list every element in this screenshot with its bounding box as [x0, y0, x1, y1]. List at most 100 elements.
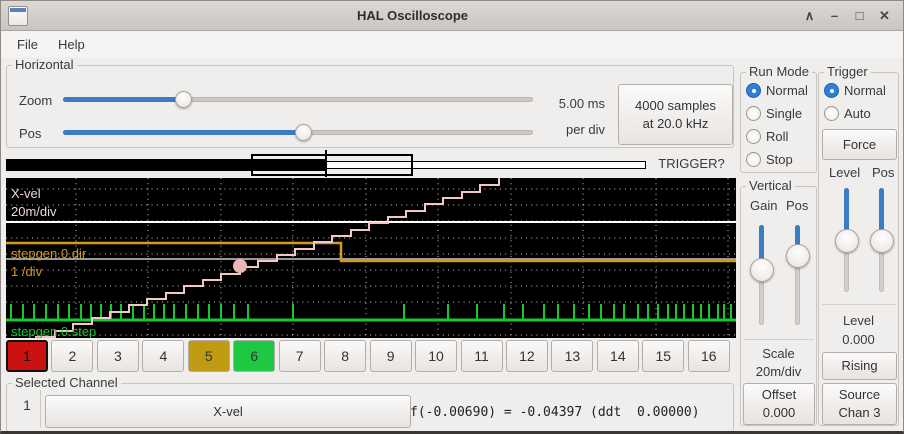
- offset-button[interactable]: Offset 0.000: [743, 383, 815, 425]
- minimize-button[interactable]: –: [822, 4, 847, 28]
- radio-label: Normal: [766, 83, 808, 98]
- radio-roll[interactable]: Roll: [741, 125, 816, 148]
- maximize-button[interactable]: □: [847, 4, 872, 28]
- channel-button-9[interactable]: 9: [370, 340, 412, 372]
- vertical-pos-slider[interactable]: [786, 225, 810, 325]
- channel-button-14[interactable]: 14: [597, 340, 639, 372]
- radio-label: Normal: [844, 83, 886, 98]
- channel-button-7[interactable]: 7: [279, 340, 321, 372]
- timebase-caption: per div: [500, 117, 605, 143]
- separator: [822, 304, 896, 305]
- radio-icon[interactable]: [746, 129, 761, 144]
- channel-button-5[interactable]: 5: [188, 340, 230, 372]
- trigger-mode-options: Normal Auto: [819, 79, 898, 125]
- window-controls: ∧ – □ ✕: [797, 4, 897, 28]
- scope-display: X-vel20m/divstepgen.0.dir1 /divstepgen.0…: [6, 178, 736, 338]
- selected-channel-group: Selected Channel 1 X-vel f(-0.00690) = -…: [6, 383, 734, 432]
- trigger-level-readout: Level 0.000: [819, 311, 898, 349]
- force-button[interactable]: Force: [822, 129, 897, 160]
- edge-button[interactable]: Rising: [822, 352, 897, 380]
- menu-file[interactable]: File: [7, 33, 48, 56]
- scale-readout: Scale 20m/div: [741, 345, 816, 381]
- scope-label-ch1-name: X-vel: [11, 186, 41, 201]
- radio-normal[interactable]: Normal: [819, 79, 898, 102]
- scope-label-ch6-name: stepgen.0.step: [11, 324, 96, 338]
- channel-button-11[interactable]: 11: [461, 340, 503, 372]
- timebase-value: 5.00 ms: [500, 91, 605, 117]
- radio-normal[interactable]: Normal: [741, 79, 816, 102]
- radio-icon[interactable]: [746, 83, 761, 98]
- trigger-group: Trigger NormalAuto Force Level Pos Level…: [818, 72, 899, 426]
- radio-icon[interactable]: [824, 106, 839, 121]
- radio-icon[interactable]: [746, 152, 761, 167]
- trigger-level-value: 0.000: [819, 330, 898, 349]
- trace-xvel-marker: [233, 259, 247, 273]
- gain-slider-thumb[interactable]: [750, 258, 774, 282]
- app-window: HAL Oscilloscope ∧–□✕ File Help Horizont…: [0, 0, 904, 434]
- window-icon: [8, 6, 28, 26]
- zoom-label: Zoom: [19, 93, 52, 108]
- close-icon: ✕: [879, 8, 890, 24]
- pos-label: Pos: [19, 126, 41, 141]
- vertical-pos-label: Pos: [786, 198, 808, 213]
- channel-button-16[interactable]: 16: [688, 340, 730, 372]
- trigger-group-label: Trigger: [824, 64, 871, 79]
- channel-button-15[interactable]: 15: [642, 340, 684, 372]
- channel-button-12[interactable]: 12: [506, 340, 548, 372]
- scope-label-ch1-scale: 20m/div: [11, 204, 57, 219]
- channel-button-6[interactable]: 6: [233, 340, 275, 372]
- shade-icon: ∧: [805, 8, 815, 24]
- radio-label: Stop: [766, 152, 793, 167]
- radio-icon[interactable]: [746, 106, 761, 121]
- separator: [744, 339, 814, 340]
- trigger-source-value: Chan 3: [839, 404, 881, 422]
- trigger-level-slider-thumb[interactable]: [835, 229, 859, 253]
- radio-single[interactable]: Single: [741, 102, 816, 125]
- trigger-pos-label: Pos: [872, 165, 894, 180]
- channel-value-readout: f(-0.00690) = -0.04397 (ddt 0.00000): [410, 405, 700, 420]
- trigger-status-label: TRIGGER?: [649, 156, 734, 171]
- pos-slider[interactable]: [63, 124, 533, 141]
- zoom-slider[interactable]: [63, 91, 533, 108]
- channel-button-2[interactable]: 2: [51, 340, 93, 372]
- channel-button-4[interactable]: 4: [142, 340, 184, 372]
- channel-button-8[interactable]: 8: [324, 340, 366, 372]
- radio-icon[interactable]: [824, 83, 839, 98]
- trigger-pos-slider-thumb[interactable]: [870, 229, 894, 253]
- close-button[interactable]: ✕: [872, 4, 897, 28]
- menu-bar: File Help: [1, 31, 903, 58]
- title-bar[interactable]: HAL Oscilloscope ∧–□✕: [1, 1, 903, 31]
- horizontal-group: Horizontal Zoom Pos 5.00 ms per div 4000…: [6, 65, 734, 148]
- run-mode-group: Run Mode NormalSingleRollStop: [740, 72, 817, 173]
- gain-label: Gain: [750, 198, 777, 213]
- gain-slider[interactable]: [750, 225, 774, 325]
- trigger-level-slider[interactable]: [835, 188, 859, 292]
- maximize-icon: □: [856, 8, 864, 23]
- selected-channel-number: 1: [15, 397, 39, 413]
- vertical-pos-slider-thumb[interactable]: [786, 244, 810, 268]
- menu-help[interactable]: Help: [48, 33, 95, 56]
- minimize-icon: –: [831, 8, 838, 23]
- pos-slider-thumb[interactable]: [295, 124, 312, 141]
- horizontal-group-label: Horizontal: [12, 57, 77, 72]
- radio-label: Single: [766, 106, 802, 121]
- channel-button-1[interactable]: 1: [6, 340, 48, 372]
- record-bar-trigger-marker: [325, 150, 327, 177]
- radio-label: Auto: [844, 106, 871, 121]
- radio-stop[interactable]: Stop: [741, 148, 816, 171]
- trigger-level-label: Level: [829, 165, 860, 180]
- samples-button[interactable]: 4000 samples at 20.0 kHz: [618, 84, 733, 145]
- zoom-slider-thumb[interactable]: [175, 91, 192, 108]
- trigger-pos-slider[interactable]: [870, 188, 894, 292]
- shade-button[interactable]: ∧: [797, 4, 822, 28]
- channel-button-13[interactable]: 13: [551, 340, 593, 372]
- radio-auto[interactable]: Auto: [819, 102, 898, 125]
- separator: [40, 390, 41, 428]
- trigger-source-button[interactable]: Source Chan 3: [822, 383, 897, 425]
- channel-button-10[interactable]: 10: [415, 340, 457, 372]
- channel-button-3[interactable]: 3: [97, 340, 139, 372]
- vertical-group: Vertical Gain Pos Scale 20m/div Offset 0…: [740, 186, 817, 426]
- channel-source-button[interactable]: X-vel: [45, 395, 411, 428]
- run-mode-group-label: Run Mode: [746, 64, 812, 79]
- scale-value: 20m/div: [741, 363, 816, 381]
